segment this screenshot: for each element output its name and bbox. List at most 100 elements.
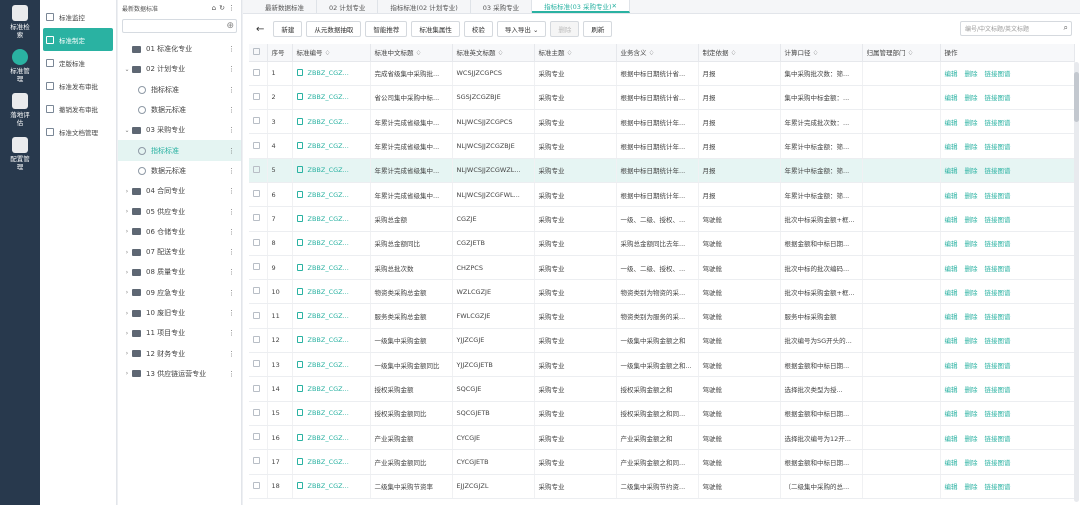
column-header[interactable]: 标准主题 ♢ (534, 44, 617, 62)
row-checkbox[interactable] (249, 109, 268, 135)
op-2[interactable]: 链接图谱 (985, 435, 1011, 443)
row-checkbox[interactable] (249, 425, 268, 451)
tab-0[interactable]: 最新数据标准 (253, 0, 317, 13)
tree-node[interactable]: › 10 废旧专业 ⋮ (118, 303, 241, 323)
standard-code[interactable]: ZBBZ_CGZ... (308, 288, 349, 296)
standard-code[interactable]: ZBBZ_CGZ... (308, 336, 349, 344)
op-2[interactable]: 链接图谱 (985, 313, 1011, 321)
op-0[interactable]: 编辑 (945, 216, 958, 224)
op-0[interactable]: 编辑 (945, 167, 958, 175)
row-checkbox[interactable] (249, 255, 268, 281)
table-row[interactable]: 14 ZBBZ_CGZ... 授权采购金额 SQCGJE 采购专业 授权采购金额之和 驾驶舱… (249, 376, 1075, 402)
node-menu-icon[interactable]: ⋮ (228, 208, 235, 216)
column-header[interactable]: 计算口径 ♢ (780, 44, 863, 62)
rail-item-0[interactable]: 标准检索 (0, 0, 40, 44)
column-header[interactable]: 标准编号 ♢ (292, 44, 371, 62)
expand-arrow-icon[interactable]: › (122, 188, 132, 195)
node-menu-icon[interactable]: ⋮ (228, 309, 235, 317)
column-header[interactable]: 归属管理部门 ♢ (862, 44, 941, 62)
op-1[interactable]: 删除 (965, 192, 978, 200)
table-row[interactable]: 9 ZBBZ_CGZ... 采购总批次数 CHZPCS 采购专业 一级、二级、授权、...… (249, 255, 1075, 281)
tree-node[interactable]: 指标标准 ⋮ (118, 140, 241, 161)
expand-arrow-icon[interactable]: ⌄ (122, 66, 132, 73)
toolbar-button-1[interactable]: 从元数据抽取 (306, 21, 362, 37)
table-row[interactable]: 16 ZBBZ_CGZ... 产业采购金额 CYCGJE 采购专业 产业采购金额之和 驾驶舱… (249, 425, 1075, 451)
op-2[interactable]: 链接图谱 (985, 386, 1011, 394)
table-row[interactable]: 17 ZBBZ_CGZ... 产业采购金额同比 CYCGJETB 采购专业 产业采购金额之… (249, 449, 1075, 475)
tree-node[interactable]: › 13 供应链运营专业 ⋮ (118, 364, 241, 384)
rail-item-2[interactable]: 落地评估 (0, 88, 40, 132)
op-2[interactable]: 链接图谱 (985, 459, 1011, 467)
op-0[interactable]: 编辑 (945, 119, 958, 127)
row-checkbox[interactable] (249, 328, 268, 354)
op-1[interactable]: 删除 (965, 70, 978, 78)
node-menu-icon[interactable]: ⋮ (228, 106, 235, 114)
op-0[interactable]: 编辑 (945, 143, 958, 151)
standard-code[interactable]: ZBBZ_CGZ... (308, 458, 349, 466)
search-input[interactable]: 编号/中文标题/英文标题 ⌕ (960, 21, 1072, 36)
table-row[interactable]: 8 ZBBZ_CGZ... 采购总金额同比 CGZJETB 采购专业 采购总金额同比去年.… (249, 231, 1075, 256)
op-2[interactable]: 链接图谱 (985, 216, 1011, 224)
submenu-item-3[interactable]: 标准发布审批 (40, 74, 116, 97)
op-1[interactable]: 删除 (965, 265, 978, 273)
node-menu-icon[interactable]: ⋮ (228, 167, 235, 175)
op-2[interactable]: 链接图谱 (985, 143, 1011, 151)
toolbar-button-7[interactable]: 刷新 (583, 21, 613, 37)
tree-node[interactable]: 数据元标准 ⋮ (118, 100, 241, 120)
op-0[interactable]: 编辑 (945, 435, 958, 443)
tree-search-input[interactable]: ⊕ (122, 19, 237, 33)
standard-code[interactable]: ZBBZ_CGZ... (308, 434, 349, 442)
toolbar-button-6[interactable]: 删除 (550, 21, 580, 37)
tree-node[interactable]: › 05 供应专业 ⋮ (118, 201, 241, 221)
header-checkbox[interactable] (249, 44, 268, 62)
node-menu-icon[interactable]: ⋮ (228, 126, 235, 134)
op-0[interactable]: 编辑 (945, 289, 958, 297)
node-menu-icon[interactable]: ⋮ (228, 86, 235, 94)
op-0[interactable]: 编辑 (945, 265, 958, 273)
submenu-item-5[interactable]: 标准文档管理 (40, 120, 116, 143)
standard-code[interactable]: ZBBZ_CGZ... (308, 166, 349, 174)
op-0[interactable]: 编辑 (945, 362, 958, 370)
op-0[interactable]: 编辑 (945, 192, 958, 200)
op-2[interactable]: 链接图谱 (985, 94, 1011, 102)
standard-code[interactable]: ZBBZ_CGZ... (308, 215, 349, 223)
rail-item-1[interactable]: 标准管理 (0, 44, 40, 88)
op-0[interactable]: 编辑 (945, 94, 958, 102)
tree-node[interactable]: › 04 合同专业 ⋮ (118, 181, 241, 201)
expand-arrow-icon[interactable]: › (122, 310, 132, 317)
tree-node[interactable]: › 06 仓储专业 ⋮ (118, 222, 241, 242)
table-row[interactable]: 18 ZBBZ_CGZ... 二级集中采购节资率 EJJZCGJZL 采购专业 二级集中采… (249, 474, 1075, 499)
op-1[interactable]: 删除 (965, 362, 978, 370)
column-header[interactable]: 制定依据 ♢ (698, 44, 781, 62)
node-menu-icon[interactable]: ⋮ (228, 147, 235, 155)
standard-code[interactable]: ZBBZ_CGZ... (308, 409, 349, 417)
op-0[interactable]: 编辑 (945, 240, 958, 248)
table-row[interactable]: 1 ZBBZ_CGZ... 完成省级集中采购批... WCSJJZCGPCS 采购专业根… (249, 61, 1075, 86)
op-0[interactable]: 编辑 (945, 70, 958, 78)
column-header[interactable]: 业务含义 ♢ (616, 44, 699, 62)
table-row[interactable]: 3 ZBBZ_CGZ... 年累计完成省级集中... NLJWCSJJZCGPCS 采购… (249, 109, 1075, 135)
op-2[interactable]: 链接图谱 (985, 337, 1011, 345)
node-menu-icon[interactable]: ⋮ (228, 289, 235, 297)
standard-code[interactable]: ZBBZ_CGZ... (308, 239, 349, 247)
node-menu-icon[interactable]: ⋮ (228, 45, 235, 53)
table-row[interactable]: 15 ZBBZ_CGZ... 授权采购金额同比 SQCGJETB 采购专业 授权采购金额之… (249, 401, 1075, 426)
node-menu-icon[interactable]: ⋮ (228, 248, 235, 256)
op-2[interactable]: 链接图谱 (985, 483, 1011, 491)
home-icon[interactable]: ⌂ (212, 4, 216, 12)
row-checkbox[interactable] (249, 449, 268, 475)
tree-node[interactable]: ⌄ 03 采购专业 ⋮ (118, 120, 241, 140)
standard-code[interactable]: ZBBZ_CGZ... (308, 312, 349, 320)
tree-node[interactable]: › 08 质量专业 ⋮ (118, 262, 241, 282)
expand-arrow-icon[interactable]: ⌄ (122, 127, 132, 134)
table-row[interactable]: 12 ZBBZ_CGZ... 一级集中采购金额 YJJZCGJE 采购专业 一级集中采购金… (249, 328, 1075, 354)
more-icon[interactable]: ⋮ (228, 4, 235, 12)
op-1[interactable]: 删除 (965, 119, 978, 127)
tree-node[interactable]: 指标标准 ⋮ (118, 80, 241, 100)
column-header[interactable]: 操作 (940, 44, 1075, 62)
standard-code[interactable]: ZBBZ_CGZ... (308, 191, 349, 199)
column-header[interactable]: 标准中文标题 ♢ (370, 44, 453, 62)
expand-arrow-icon[interactable]: › (122, 208, 132, 215)
op-1[interactable]: 删除 (965, 386, 978, 394)
node-menu-icon[interactable]: ⋮ (228, 268, 235, 276)
